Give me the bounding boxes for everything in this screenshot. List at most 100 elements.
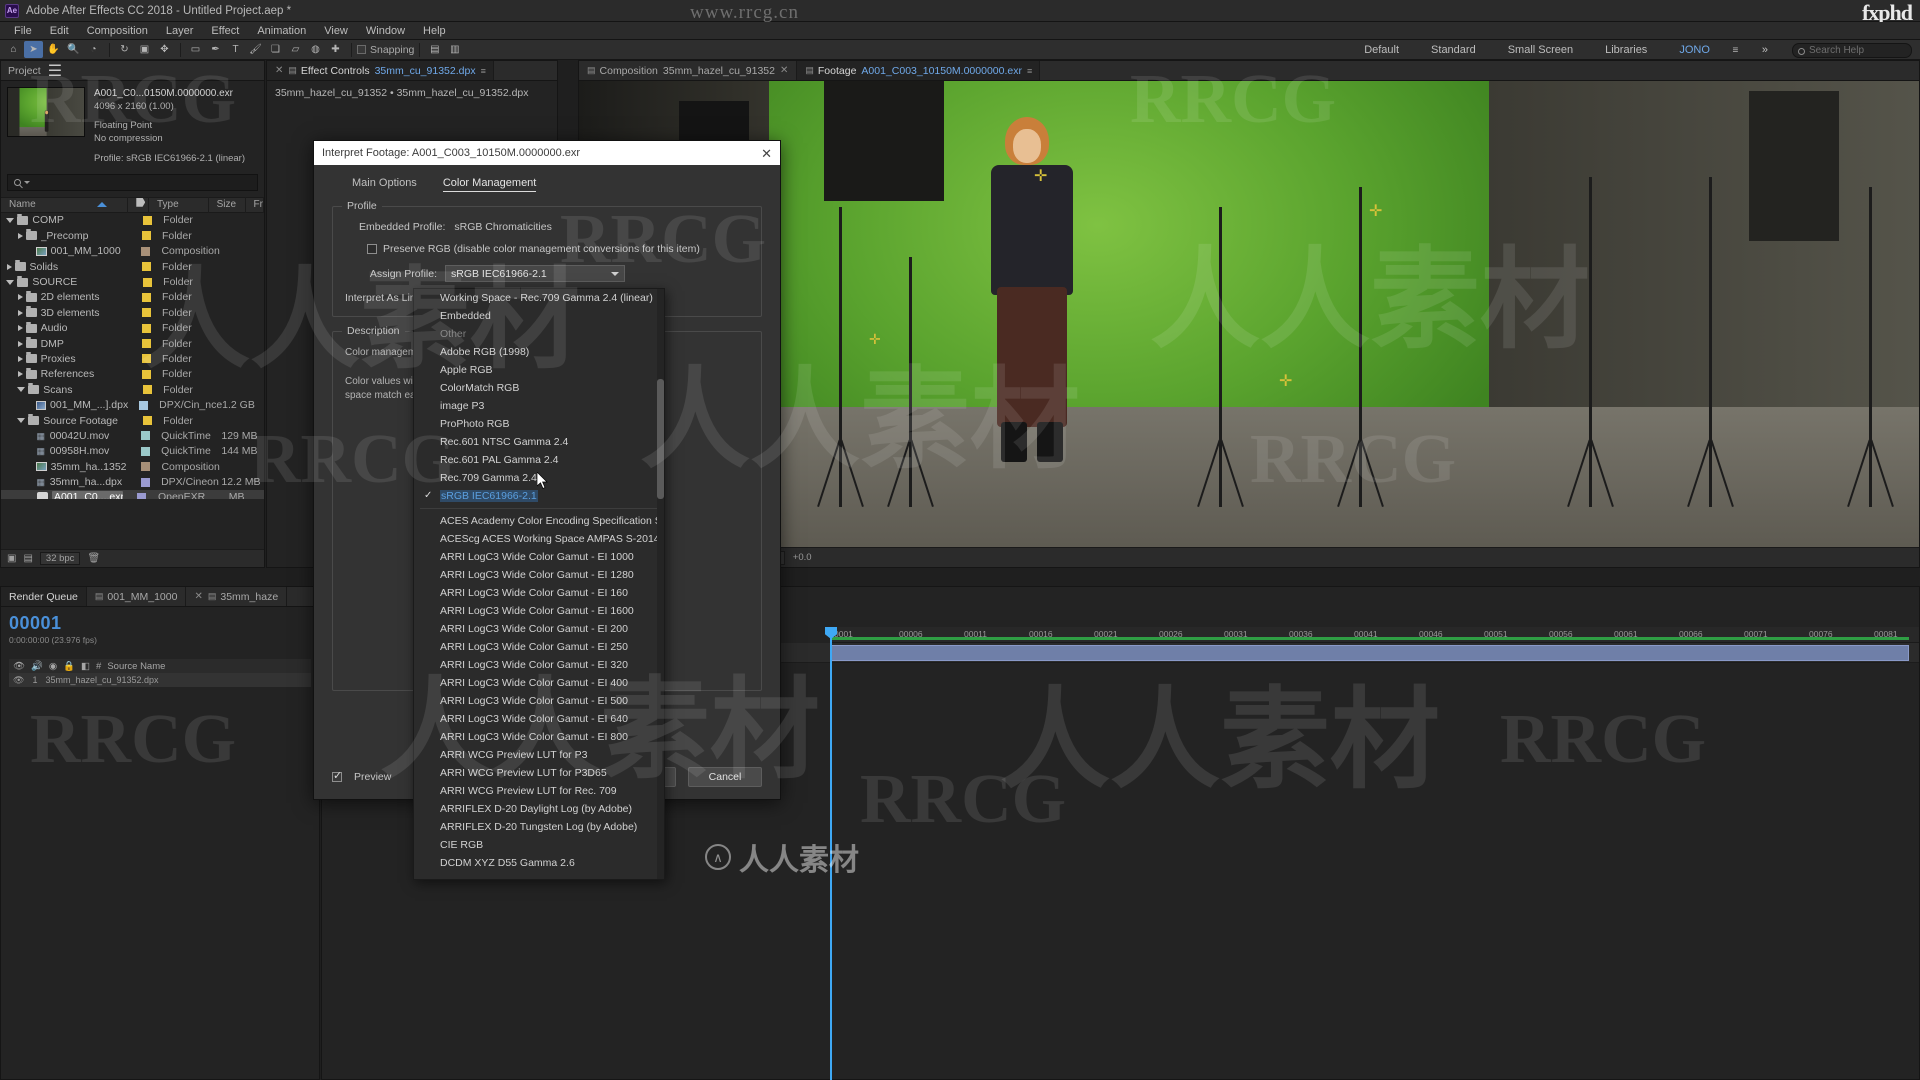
tab-render-queue[interactable]: Render Queue xyxy=(1,587,87,606)
dropdown-scrollbar[interactable] xyxy=(657,289,664,879)
project-item-label-color[interactable] xyxy=(141,354,162,364)
selection-tool-icon[interactable]: ➤ xyxy=(24,41,43,58)
project-item-name[interactable]: 00958H.mov xyxy=(50,445,141,457)
timeline-ruler[interactable]: 0001 00006 00011 00016 00021 00026 00031 00036 0… xyxy=(830,627,1919,643)
project-item-name[interactable]: 35mm_ha..1352 xyxy=(51,461,142,473)
preview-checkbox[interactable] xyxy=(332,769,342,782)
dropdown-item[interactable]: Adobe RGB (1998) xyxy=(414,343,664,361)
project-item-label-color[interactable] xyxy=(141,292,162,302)
zoom-tool-icon[interactable]: 🔍 xyxy=(64,41,83,58)
project-list-item[interactable]: SOURCE Folder xyxy=(1,274,264,289)
tab-color-management[interactable]: Color Management xyxy=(442,177,537,192)
close-icon[interactable]: ✕ xyxy=(780,65,788,76)
project-item-name[interactable]: References xyxy=(41,368,142,380)
project-item-label-color[interactable] xyxy=(141,369,162,379)
project-item-label-color[interactable] xyxy=(141,231,162,241)
dropdown-item[interactable]: ARRI LogC3 Wide Color Gamut - EI 500 xyxy=(414,692,664,710)
project-item-name[interactable]: Solids xyxy=(30,261,142,273)
project-list-item[interactable]: 3D elements Folder xyxy=(1,305,264,320)
project-list-item[interactable]: A001_C0....exr OpenEXR _ MB xyxy=(1,489,264,499)
project-item-name[interactable]: 3D elements xyxy=(41,307,142,319)
dropdown-item[interactable]: ARRI LogC3 Wide Color Gamut - EI 1000 xyxy=(414,548,664,566)
snapping-toggle[interactable]: Snapping xyxy=(357,44,414,56)
new-comp-icon[interactable]: ▤ xyxy=(23,553,32,564)
project-item-label-color[interactable] xyxy=(141,262,162,272)
project-panel-menu-icon[interactable]: ☰ xyxy=(48,61,62,81)
audio-icon[interactable]: 🔊 xyxy=(31,661,43,672)
project-list-item[interactable]: Solids Folder xyxy=(1,259,264,274)
dropdown-item[interactable]: ARRI LogC3 Wide Color Gamut - EI 800 xyxy=(414,728,664,746)
menu-item-window[interactable]: Window xyxy=(357,25,414,37)
roto-brush-tool-icon[interactable]: ◍ xyxy=(306,41,325,58)
project-item-label-color[interactable] xyxy=(141,339,162,349)
twirl-closed-icon[interactable] xyxy=(6,263,12,270)
column-header-type[interactable]: Type xyxy=(149,196,209,213)
clone-stamp-tool-icon[interactable]: ❏ xyxy=(266,41,285,58)
dropdown-item[interactable]: ARRI LogC3 Wide Color Gamut - EI 250 xyxy=(414,638,664,656)
dropdown-item[interactable]: ARRI WCG Preview LUT for P3 xyxy=(414,746,664,764)
eraser-tool-icon[interactable]: ▱ xyxy=(286,41,305,58)
tab-main-options[interactable]: Main Options xyxy=(352,177,417,192)
assign-profile-dropdown[interactable]: sRGB IEC61966-2.1 xyxy=(445,265,625,282)
project-list-item[interactable]: 001_MM_1000 Composition xyxy=(1,244,264,259)
project-item-name[interactable]: 001_MM_...].dpx xyxy=(50,399,139,411)
project-item-name[interactable]: Source Footage xyxy=(43,415,143,427)
twirl-closed-icon[interactable] xyxy=(17,371,23,378)
camera-tool-icon[interactable]: ▣ xyxy=(135,41,154,58)
dropdown-item[interactable]: ARRI LogC3 Wide Color Gamut - EI 160 xyxy=(414,584,664,602)
project-item-name[interactable]: Audio xyxy=(41,322,142,334)
project-tab-label[interactable]: Project xyxy=(8,65,41,77)
brush-tool-icon[interactable]: 🖌 xyxy=(246,41,265,58)
twirl-open-icon[interactable] xyxy=(17,387,26,393)
twirl-open-icon[interactable] xyxy=(6,217,15,223)
project-item-name[interactable]: 2D elements xyxy=(41,291,142,303)
cancel-button[interactable]: Cancel xyxy=(688,767,762,787)
dropdown-item[interactable]: ARRI LogC3 Wide Color Gamut - EI 1600 xyxy=(414,602,664,620)
layer-visibility-icon[interactable]: 👁 xyxy=(9,675,28,686)
sort-ascending-icon[interactable] xyxy=(97,201,108,207)
dropdown-item[interactable]: image P3 xyxy=(414,397,664,415)
project-list-item[interactable]: Proxies Folder xyxy=(1,351,264,366)
close-icon[interactable]: ✕ xyxy=(194,591,202,602)
panel-menu-icon[interactable]: ≡ xyxy=(1027,66,1032,76)
tab-effect-controls[interactable]: ✕ ▤ Effect Controls 35mm_cu_91352.dpx ≡ xyxy=(267,61,494,80)
preserve-rgb-row[interactable]: Preserve RGB (disable color management c… xyxy=(345,243,749,255)
hand-tool-icon[interactable]: ✋ xyxy=(44,41,63,58)
project-list-item[interactable]: Scans Folder xyxy=(1,382,264,397)
twirl-closed-icon[interactable] xyxy=(17,232,23,239)
project-list-item[interactable]: References Folder xyxy=(1,367,264,382)
dropdown-item[interactable]: Rec.601 NTSC Gamma 2.4 xyxy=(414,433,664,451)
twirl-open-icon[interactable] xyxy=(6,279,15,285)
project-item-label-color[interactable] xyxy=(143,416,163,426)
pan-behind-tool-icon[interactable]: ✥ xyxy=(155,41,174,58)
project-list-item[interactable]: ▦ 35mm_ha...dpx DPX/Cineon 12.2 MB xyxy=(1,474,264,489)
search-help-input[interactable]: Search Help xyxy=(1792,42,1912,58)
project-list-item[interactable]: ▦ 00958H.mov QuickTime 144 MB xyxy=(1,444,264,459)
project-item-name[interactable]: A001_C0....exr xyxy=(51,491,123,499)
rotation-tool-icon[interactable]: ↻ xyxy=(115,41,134,58)
dropdown-item[interactable]: Apple RGB xyxy=(414,361,664,379)
menu-item-animation[interactable]: Animation xyxy=(248,25,315,37)
project-list-item[interactable]: Source Footage Folder xyxy=(1,413,264,428)
project-item-name[interactable]: 00042U.mov xyxy=(50,430,141,442)
timeline-layer-row[interactable]: 👁 1 35mm_hazel_cu_91352.dpx xyxy=(9,673,311,687)
orbit-tool-icon[interactable]: ◔ xyxy=(84,41,103,58)
current-time-display[interactable]: 00001 xyxy=(9,613,311,634)
project-item-label-color[interactable] xyxy=(140,431,161,441)
dropdown-item[interactable]: ARRIFLEX D-20 Tungsten Log (by Adobe) xyxy=(414,818,664,836)
workspace-overflow[interactable]: » xyxy=(1746,44,1784,56)
project-item-name[interactable]: 35mm_ha...dpx xyxy=(50,476,141,488)
project-item-name[interactable]: COMP xyxy=(32,214,143,226)
type-tool-icon[interactable]: T xyxy=(226,41,245,58)
solo-icon[interactable]: ◉ xyxy=(49,661,57,672)
workspace-menu-icon[interactable]: ≡ xyxy=(1726,42,1745,59)
shape-tool-icon[interactable]: ▭ xyxy=(186,41,205,58)
distribute-tool-icon[interactable]: ▥ xyxy=(445,41,464,58)
twirl-closed-icon[interactable] xyxy=(17,355,23,362)
menu-item-layer[interactable]: Layer xyxy=(157,25,203,37)
menu-item-edit[interactable]: Edit xyxy=(41,25,78,37)
project-list-item[interactable]: DMP Folder xyxy=(1,336,264,351)
workspace-libraries[interactable]: Libraries xyxy=(1589,44,1663,56)
assign-profile-dropdown-menu[interactable]: Working Space - Rec.709 Gamma 2.4 (linea… xyxy=(413,288,665,880)
menu-item-effect[interactable]: Effect xyxy=(202,25,248,37)
